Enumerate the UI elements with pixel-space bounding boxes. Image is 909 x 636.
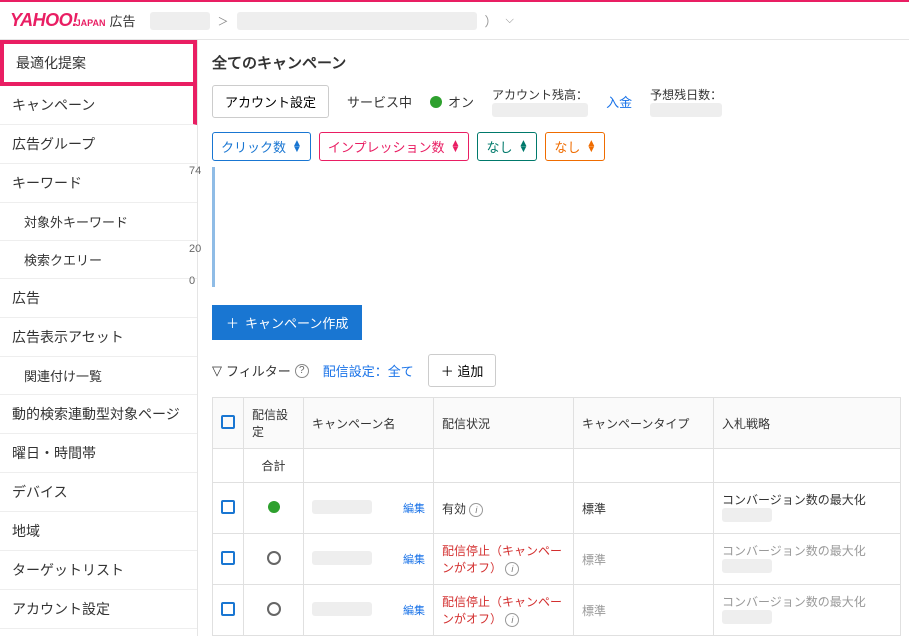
sort-icon: ▲▼ — [518, 141, 528, 153]
campaign-name[interactable] — [312, 551, 372, 565]
metric-selector-3[interactable]: なし▲▼ — [545, 132, 605, 161]
chart-tick: 74 — [189, 165, 201, 177]
logo[interactable]: YAHOO! JAPAN 広告 — [10, 10, 136, 31]
account-settings-button[interactable]: アカウント設定 — [212, 85, 329, 118]
campaign-name[interactable] — [312, 602, 372, 616]
sidebar-item-11[interactable]: デバイス — [0, 473, 197, 512]
deposit-link[interactable]: 入金 — [606, 92, 632, 111]
logo-japan: JAPAN — [76, 18, 106, 28]
edit-link[interactable]: 編集 — [403, 551, 425, 567]
sidebar-item-7[interactable]: 広告表示アセット — [0, 318, 197, 357]
chart-tick: 20 — [189, 243, 201, 255]
col-bid-strategy[interactable]: 入札戦略 — [714, 398, 901, 449]
remaining-days-value — [650, 103, 722, 117]
breadcrumb-campaign[interactable] — [237, 12, 477, 30]
metric-selector-0[interactable]: クリック数▲▼ — [212, 132, 311, 161]
topbar: YAHOO! JAPAN 広告 ＞ ） ⌵ — [0, 0, 909, 40]
chevron-down-icon[interactable]: ⌵ — [506, 14, 514, 27]
campaign-name[interactable] — [312, 500, 372, 514]
balance-value — [492, 103, 588, 117]
metric-selectors: クリック数▲▼インプレッション数▲▼なし▲▼なし▲▼ — [212, 132, 901, 161]
col-dist-status[interactable]: 配信状況 — [434, 398, 574, 449]
help-icon[interactable]: ? — [295, 364, 309, 378]
metric-selector-2[interactable]: なし▲▼ — [477, 132, 537, 161]
status-dot-icon — [430, 96, 442, 108]
sidebar-item-0[interactable]: 最適化提案 — [0, 40, 197, 86]
table-row: 編集 有効 i 標準コンバージョン数の最大化 — [213, 483, 901, 534]
create-campaign-button[interactable]: ＋ キャンペーン作成 — [212, 305, 362, 340]
filter-toolbar: ▽ フィルター ? 配信設定：全て ＋ 追加 — [212, 354, 901, 387]
table-row: 編集 配信停止（キャンペーンがオフ） i 標準コンバージョン数の最大化 — [213, 585, 901, 636]
edit-link[interactable]: 編集 — [403, 602, 425, 618]
col-camp-type[interactable]: キャンペーンタイプ — [574, 398, 714, 449]
main-content: 全てのキャンペーン アカウント設定 サービス中 オン アカウント残高： 入金 予… — [198, 40, 909, 636]
on-label: オン — [448, 92, 474, 111]
sidebar: 最適化提案キャンペーン広告グループキーワード対象外キーワード検索クエリー広告広告… — [0, 40, 198, 636]
distribution-filter-link[interactable]: 配信設定：全て — [323, 361, 414, 380]
status-off-icon — [267, 551, 281, 565]
table-row: 編集 配信停止（キャンペーンがオフ） i 標準コンバージョン数の最大化 — [213, 534, 901, 585]
sidebar-item-2[interactable]: 広告グループ — [0, 125, 197, 164]
sort-icon: ▲▼ — [292, 141, 302, 153]
campaign-type: 標準 — [574, 483, 714, 534]
plus-icon: ＋ — [226, 313, 239, 332]
row-checkbox[interactable] — [221, 500, 235, 514]
info-icon[interactable]: i — [505, 613, 519, 627]
chart-tick: 0 — [189, 275, 195, 287]
sort-icon: ▲▼ — [451, 141, 461, 153]
col-dist-setting[interactable]: 配信設定 — [244, 398, 304, 449]
chart-area: 74 20 0 — [212, 167, 901, 287]
filter-label: フィルター — [226, 361, 291, 380]
dist-status: 有効 — [442, 502, 466, 516]
funnel-icon: ▽ — [212, 363, 222, 379]
metric-selector-1[interactable]: インプレッション数▲▼ — [319, 132, 470, 161]
add-label: 追加 — [457, 361, 483, 380]
info-icon[interactable]: i — [505, 562, 519, 576]
add-filter-button[interactable]: ＋ 追加 — [428, 354, 497, 387]
logo-ad: 広告 — [110, 11, 136, 30]
bid-strategy: コンバージョン数の最大化 — [714, 534, 901, 585]
dist-status: 配信停止（キャンペーンがオフ） — [442, 595, 562, 626]
breadcrumb-account[interactable] — [150, 12, 210, 30]
col-camp-name[interactable]: キャンペーン名 — [304, 398, 434, 449]
status-on-icon — [268, 501, 280, 513]
dist-status: 配信停止（キャンペーンがオフ） — [442, 544, 562, 575]
status-off-icon — [267, 602, 281, 616]
campaign-table: 配信設定 キャンペーン名 配信状況 キャンペーンタイプ 入札戦略 合計 編集 有効… — [212, 397, 901, 636]
total-label: 合計 — [244, 449, 304, 483]
page-title: 全てのキャンペーン — [212, 52, 901, 73]
balance-label: アカウント残高： — [492, 86, 588, 103]
sidebar-item-8[interactable]: 関連付け一覧 — [0, 357, 197, 395]
sidebar-item-10[interactable]: 曜日・時間帯 — [0, 434, 197, 473]
account-status-row: アカウント設定 サービス中 オン アカウント残高： 入金 予想残日数： — [212, 85, 901, 118]
edit-link[interactable]: 編集 — [403, 500, 425, 516]
breadcrumb-paren: ） — [485, 11, 498, 30]
bid-strategy: コンバージョン数の最大化 — [714, 483, 901, 534]
sidebar-item-5[interactable]: 検索クエリー — [0, 241, 197, 279]
service-status-label: サービス中 — [347, 92, 412, 111]
sidebar-item-12[interactable]: 地域 — [0, 512, 197, 551]
sidebar-item-1[interactable]: キャンペーン — [0, 86, 197, 125]
plus-icon: ＋ — [441, 361, 454, 380]
row-checkbox[interactable] — [221, 551, 235, 565]
sidebar-item-3[interactable]: キーワード — [0, 164, 197, 203]
create-campaign-label: キャンペーン作成 — [245, 313, 348, 332]
bid-strategy: コンバージョン数の最大化 — [714, 585, 901, 636]
sidebar-item-4[interactable]: 対象外キーワード — [0, 203, 197, 241]
campaign-type: 標準 — [574, 534, 714, 585]
info-icon[interactable]: i — [469, 503, 483, 517]
chevron-right-icon: ＞ — [218, 13, 229, 29]
campaign-type: 標準 — [574, 585, 714, 636]
sidebar-item-6[interactable]: 広告 — [0, 279, 197, 318]
row-checkbox[interactable] — [221, 602, 235, 616]
select-all-checkbox[interactable] — [221, 415, 235, 429]
sidebar-item-13[interactable]: ターゲットリスト — [0, 551, 197, 590]
breadcrumb: ＞ ） ⌵ — [150, 11, 514, 30]
remaining-days-label: 予想残日数： — [650, 86, 722, 103]
sort-icon: ▲▼ — [586, 141, 596, 153]
logo-yahoo: YAHOO! — [10, 10, 78, 31]
sidebar-item-9[interactable]: 動的検索連動型対象ページ — [0, 395, 197, 434]
